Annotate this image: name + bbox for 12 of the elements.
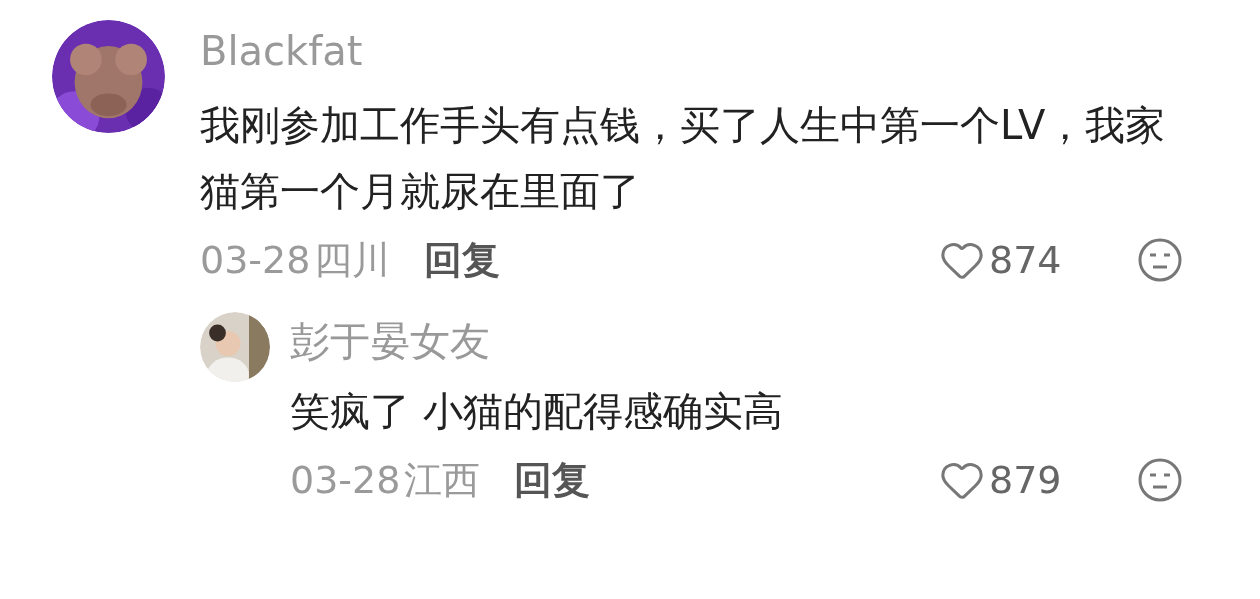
face-icon[interactable] — [1137, 457, 1183, 503]
comment-text: 笑疯了 小猫的配得感确实高 — [290, 387, 784, 436]
reply-button[interactable]: 回复 — [424, 231, 501, 289]
reply-button[interactable]: 回复 — [514, 451, 591, 509]
face-icon[interactable] — [1137, 237, 1183, 283]
like-count: 874 — [989, 236, 1063, 284]
like-count: 879 — [989, 456, 1063, 504]
comment-text: 我刚参加工作手头有点钱，买了人生中第一个LV，我家猫第一个月就尿在里面了 — [200, 101, 1167, 216]
comment-location: 四川 — [314, 236, 391, 284]
comment-date: 03-28 — [290, 456, 401, 504]
comment-date: 03-28 — [200, 236, 311, 284]
comment-location: 江西 — [404, 456, 481, 504]
